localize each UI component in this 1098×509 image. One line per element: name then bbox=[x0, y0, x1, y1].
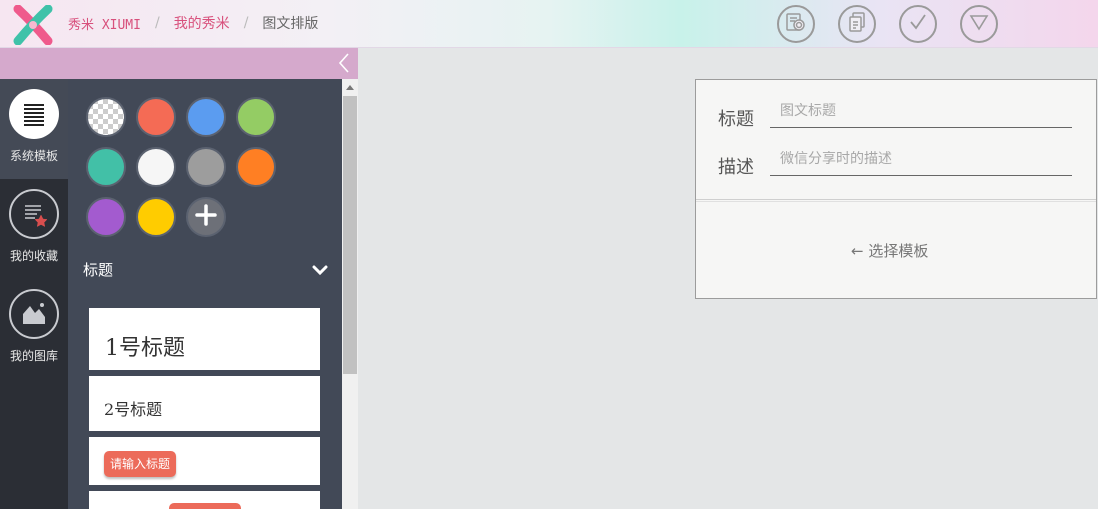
template-pill-shape bbox=[169, 503, 241, 509]
chevron-down-icon bbox=[312, 261, 328, 280]
rail-label: 我的收藏 bbox=[9, 249, 58, 263]
description-field-wrapper bbox=[770, 150, 1072, 176]
color-swatch[interactable] bbox=[86, 197, 126, 237]
breadcrumb-separator: / bbox=[154, 15, 160, 31]
panel-scrollbar[interactable] bbox=[342, 79, 358, 509]
confirm-button[interactable] bbox=[899, 5, 937, 43]
color-swatch[interactable] bbox=[86, 147, 126, 187]
template-heading-1[interactable]: 1号标题 bbox=[89, 308, 320, 370]
template-heading-2-text: 2号标题 bbox=[104, 400, 163, 419]
breadcrumb: 秀米 XIUMI / 我的秀米 / 图文排版 bbox=[68, 13, 318, 33]
top-bar: 秀米 XIUMI / 我的秀米 / 图文排版 bbox=[0, 0, 1098, 48]
list-lines-icon bbox=[9, 89, 59, 139]
description-input[interactable] bbox=[780, 151, 1060, 167]
chevron-left-icon bbox=[336, 53, 352, 78]
dropdown-triangle-icon bbox=[969, 13, 989, 35]
add-color-button[interactable] bbox=[186, 197, 226, 237]
color-swatch[interactable] bbox=[136, 197, 176, 237]
template-centered-pill[interactable] bbox=[89, 491, 320, 509]
section-expand-button[interactable] bbox=[312, 261, 328, 276]
description-label: 描述 bbox=[718, 157, 754, 178]
template-pill-text: 请输入标题 bbox=[104, 451, 177, 477]
check-icon bbox=[907, 11, 929, 37]
color-swatch[interactable] bbox=[136, 147, 176, 187]
scroll-up-icon[interactable] bbox=[346, 85, 354, 90]
title-field-wrapper bbox=[770, 102, 1072, 128]
color-swatch[interactable] bbox=[236, 97, 276, 137]
section-title-heading: 标题 bbox=[83, 261, 114, 279]
copy-icon bbox=[845, 10, 869, 38]
color-swatch[interactable] bbox=[186, 97, 226, 137]
title-label: 标题 bbox=[718, 109, 754, 130]
template-heading-2[interactable]: 2号标题 bbox=[89, 376, 320, 431]
preview-icon bbox=[784, 10, 808, 38]
title-input[interactable] bbox=[780, 103, 1060, 119]
rail-label: 我的图库 bbox=[9, 349, 58, 363]
rail-item-my-gallery[interactable]: 我的图库 bbox=[0, 279, 68, 379]
preview-button[interactable] bbox=[777, 5, 815, 43]
more-menu-button[interactable] bbox=[960, 5, 998, 43]
favorite-doc-icon bbox=[9, 189, 59, 239]
card-divider bbox=[696, 199, 1096, 202]
color-swatch[interactable] bbox=[186, 147, 226, 187]
image-mountain-icon bbox=[9, 289, 59, 339]
color-swatch[interactable] bbox=[236, 147, 276, 187]
choose-template-hint: ← 选择模板 bbox=[851, 242, 929, 260]
xiumi-logo[interactable] bbox=[12, 4, 54, 46]
rail-item-system-templates[interactable]: 系统模板 bbox=[0, 79, 68, 179]
breadcrumb-separator: / bbox=[243, 15, 249, 31]
breadcrumb-home-link[interactable]: 秀米 XIUMI bbox=[68, 14, 141, 33]
color-swatch[interactable] bbox=[136, 97, 176, 137]
rail-item-favorites[interactable]: 我的收藏 bbox=[0, 179, 68, 279]
scrollbar-thumb[interactable] bbox=[343, 96, 357, 374]
side-panel-header bbox=[0, 48, 358, 79]
template-heading-1-text: 1号标题 bbox=[105, 336, 185, 361]
template-panel: 标题 1号标题 2号标题 请输入标题 bbox=[68, 79, 342, 509]
collapse-panel-button[interactable] bbox=[336, 52, 352, 74]
breadcrumb-my-xiumi-link[interactable]: 我的秀米 bbox=[174, 13, 230, 33]
side-rail: 系统模板 我的收藏 我的图库 bbox=[0, 79, 68, 509]
template-pill-title[interactable]: 请输入标题 bbox=[89, 437, 320, 485]
article-card: 标题 描述 ← 选择模板 bbox=[695, 79, 1097, 299]
plus-icon bbox=[194, 203, 218, 231]
editor-canvas: 标题 描述 ← 选择模板 bbox=[358, 48, 1098, 509]
breadcrumb-current: 图文排版 bbox=[262, 16, 319, 32]
color-swatch-transparent[interactable] bbox=[86, 97, 126, 137]
rail-label: 系统模板 bbox=[9, 149, 58, 163]
copy-button[interactable] bbox=[838, 5, 876, 43]
